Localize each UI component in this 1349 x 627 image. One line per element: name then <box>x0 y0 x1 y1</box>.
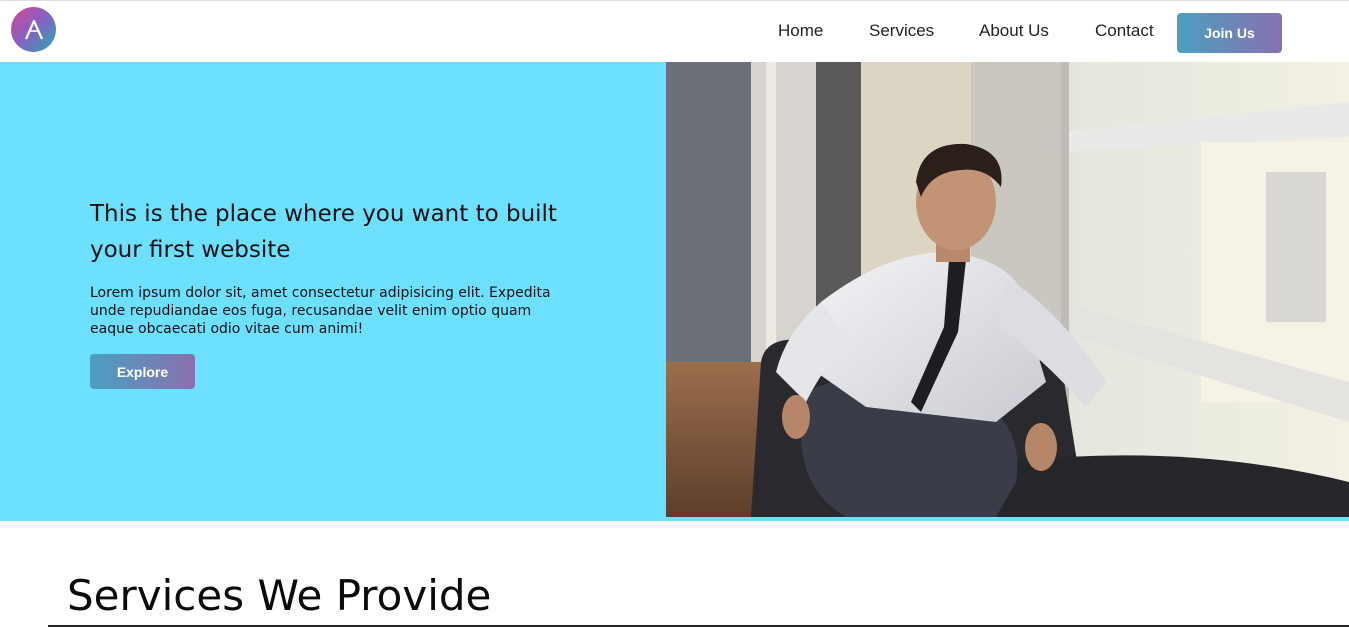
businessman-photo <box>666 62 1349 517</box>
navbar: Home Services About Us Contact Join Us <box>0 0 1349 62</box>
logo[interactable] <box>11 7 56 52</box>
hero-title: This is the place where you want to buil… <box>90 201 557 263</box>
join-us-button[interactable]: Join Us <box>1177 13 1282 53</box>
a-letter-logo-icon <box>24 19 43 39</box>
nav-about-us[interactable]: About Us <box>979 21 1049 41</box>
nav-services[interactable]: Services <box>869 21 934 41</box>
hero-section: This is the place where you want to buil… <box>0 62 1349 521</box>
nav-home[interactable]: Home <box>778 21 823 41</box>
explore-button[interactable]: Explore <box>90 354 195 389</box>
hero-description: Lorem ipsum dolor sit, amet consectetur … <box>90 285 551 337</box>
services-title: Services We Provide <box>67 571 492 620</box>
nav-contact[interactable]: Contact <box>1095 21 1154 41</box>
